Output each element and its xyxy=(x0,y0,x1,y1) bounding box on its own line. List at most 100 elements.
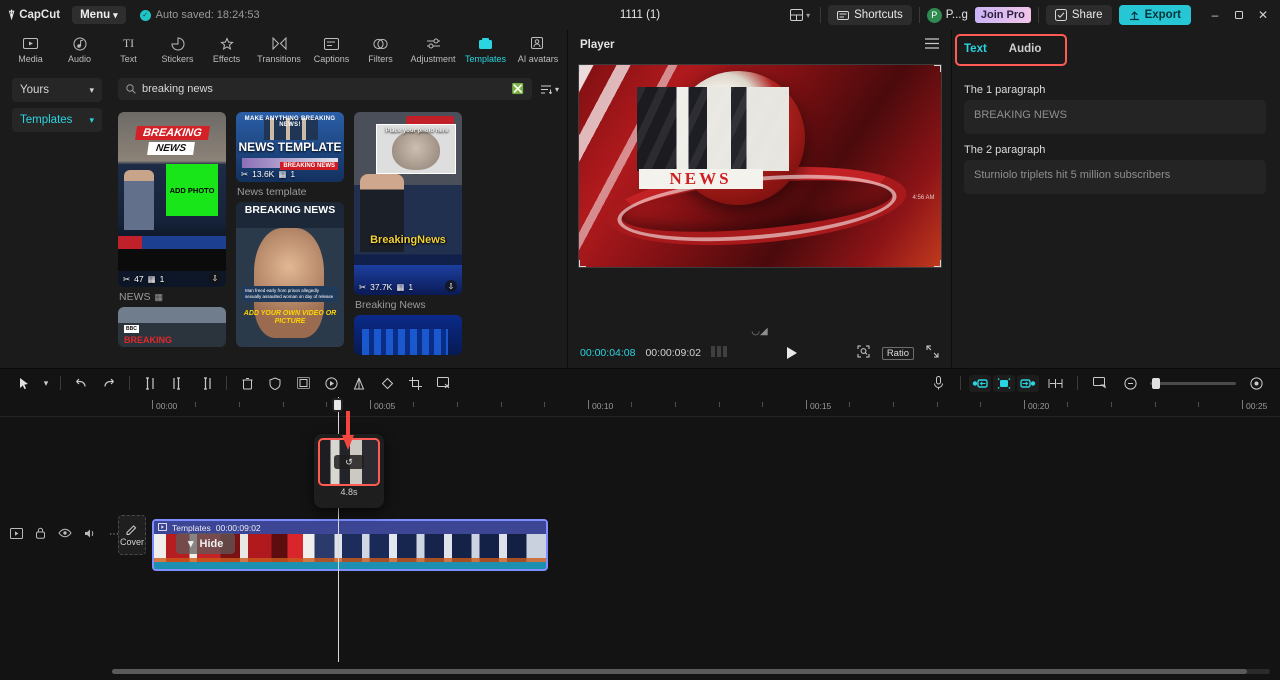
timeline-scrollbar[interactable] xyxy=(112,669,1270,674)
menu-button[interactable]: Menu ▾ xyxy=(72,6,126,24)
fullscreen-icon[interactable] xyxy=(926,345,939,361)
nav-item-text[interactable]: TI Text xyxy=(104,30,153,70)
nav-item-captions[interactable]: Captions xyxy=(307,30,356,70)
tab-audio[interactable]: Audio xyxy=(1009,43,1042,55)
preview-window-button[interactable] xyxy=(1086,371,1114,395)
share-button[interactable]: Share xyxy=(1046,5,1112,25)
player-right-controls: Ratio xyxy=(857,345,939,361)
select-tool-button[interactable] xyxy=(10,371,38,395)
autosave-status: ✓ Auto saved: 18:24:53 xyxy=(140,9,260,21)
sort-filter-button[interactable]: ▾ xyxy=(540,84,559,95)
thumb-overlay-line2: BreakingNews xyxy=(354,234,462,246)
nav-item-ai-avatars[interactable]: AI avatars xyxy=(510,30,566,70)
mute-icon[interactable] xyxy=(84,528,97,542)
mirror-button[interactable] xyxy=(345,371,373,395)
chevron-down-icon: ▾ xyxy=(89,85,94,96)
selection-handle-bl[interactable] xyxy=(578,260,586,268)
zoom-fit-icon[interactable] xyxy=(857,345,870,361)
template-card[interactable]: MAKE ANYTHING BREAKING NEWS! NEWS TEMPLA… xyxy=(236,112,344,182)
chevron-down-icon: ▾ xyxy=(113,10,118,21)
nav-item-audio[interactable]: Audio xyxy=(55,30,104,70)
nav-item-effects[interactable]: Effects xyxy=(202,30,251,70)
redo-button[interactable] xyxy=(95,371,123,395)
download-icon[interactable]: ⇩ xyxy=(445,280,457,292)
close-button[interactable]: ✕ xyxy=(1252,4,1274,26)
split-button[interactable] xyxy=(136,371,164,395)
delete-button[interactable] xyxy=(233,371,261,395)
maximize-button[interactable] xyxy=(1228,4,1250,26)
layout-button[interactable]: ▾ xyxy=(787,7,813,23)
remove-bg-button[interactable] xyxy=(429,371,457,395)
hide-button[interactable]: ▾ Hide xyxy=(176,533,235,554)
replace-clip-icon[interactable]: ↺ xyxy=(334,455,364,469)
timeline-ruler[interactable]: 00:00 00:05 00:10 00:15 00:20 00:25 xyxy=(0,397,1280,417)
selection-handle-tr[interactable] xyxy=(934,64,942,72)
keyframe-in-button[interactable] xyxy=(969,375,991,392)
mask-button[interactable] xyxy=(261,371,289,395)
template-card[interactable]: BBC BREAKING xyxy=(118,307,226,347)
eye-icon[interactable] xyxy=(58,528,72,541)
selection-handle-br[interactable] xyxy=(934,260,942,268)
canvas-inset-photo[interactable] xyxy=(637,87,789,171)
hamburger-icon[interactable] xyxy=(925,38,939,52)
trim-left-button[interactable] xyxy=(164,371,192,395)
project-title: 1111 (1) xyxy=(620,9,660,21)
speed-button[interactable] xyxy=(317,371,345,395)
sidebar-item-yours[interactable]: Yours ▾ xyxy=(12,78,102,102)
playhead-handle[interactable] xyxy=(332,398,343,412)
template-card[interactable]: BREAKING NEWS ADD PHOTO ✂ 47 ▦ 1 xyxy=(118,112,226,287)
tab-text[interactable]: Text xyxy=(964,43,987,55)
ratio-button[interactable]: Ratio xyxy=(882,347,914,360)
timeline-scrollbar-thumb[interactable] xyxy=(112,669,1247,674)
cover-button[interactable]: Cover xyxy=(118,515,146,555)
nav-item-transitions[interactable]: Transitions xyxy=(251,30,307,70)
freeze-button[interactable] xyxy=(289,371,317,395)
shortcuts-button[interactable]: Shortcuts xyxy=(828,5,912,25)
timeline-body[interactable]: 00:00 00:05 00:10 00:15 00:20 00:25 ⋯ xyxy=(0,397,1280,680)
player-resize-grip[interactable]: ◡◢ xyxy=(568,324,951,338)
zoom-slider-knob[interactable] xyxy=(1152,378,1160,389)
record-voiceover-button[interactable] xyxy=(924,371,952,395)
split-cut-button[interactable] xyxy=(1041,371,1069,395)
keyframe-center-button[interactable] xyxy=(993,375,1015,392)
video-canvas[interactable]: NEWS 4:56 AM xyxy=(578,64,942,268)
minimize-button[interactable]: – xyxy=(1204,4,1226,26)
paragraph-2-input[interactable]: Sturniolo triplets hit 5 million subscri… xyxy=(964,160,1266,194)
zoom-out-button[interactable] xyxy=(1116,371,1144,395)
nav-item-templates[interactable]: Templates xyxy=(461,30,510,70)
scissors-icon: ✂ xyxy=(123,274,130,285)
lock-icon[interactable] xyxy=(35,527,46,542)
clear-icon[interactable]: ❎ xyxy=(512,84,524,95)
paragraph-1-input[interactable]: BREAKING NEWS xyxy=(964,100,1266,134)
undo-button[interactable] xyxy=(67,371,95,395)
select-tool-dropdown[interactable]: ▾ xyxy=(38,371,54,395)
nav-item-filters[interactable]: Filters xyxy=(356,30,405,70)
effects-icon xyxy=(220,36,234,51)
export-button[interactable]: Export xyxy=(1119,5,1191,25)
frames-icon[interactable] xyxy=(711,346,727,360)
crop-button[interactable] xyxy=(401,371,429,395)
player-stage: NEWS 4:56 AM xyxy=(568,60,951,324)
sidebar-item-templates[interactable]: Templates ▾ xyxy=(12,108,102,132)
keyframe-out-button[interactable] xyxy=(1017,375,1039,392)
template-card[interactable]: Place your photo here BreakingNews ✂ 37.… xyxy=(354,112,462,295)
nav-item-media[interactable]: Media xyxy=(6,30,55,70)
template-card[interactable] xyxy=(354,315,462,355)
zoom-in-button[interactable] xyxy=(1242,371,1270,395)
download-icon[interactable]: ⇩ xyxy=(209,272,221,284)
search-input[interactable]: breaking news ❎ xyxy=(118,78,532,100)
track-type-icon[interactable] xyxy=(10,528,23,542)
join-pro-button[interactable]: Join Pro xyxy=(975,7,1031,23)
play-button[interactable] xyxy=(737,347,847,359)
rotate-button[interactable] xyxy=(373,371,401,395)
clip-name: Templates xyxy=(172,523,211,533)
shortcuts-label: Shortcuts xyxy=(854,9,903,21)
user-account[interactable]: P P...g Join Pro xyxy=(927,7,1031,23)
canvas-news-text: NEWS xyxy=(639,169,763,189)
selection-handle-tl[interactable] xyxy=(578,64,586,72)
template-card[interactable]: BREAKING NEWS Man freed early from priso… xyxy=(236,202,344,347)
nav-item-stickers[interactable]: Stickers xyxy=(153,30,202,70)
zoom-slider[interactable] xyxy=(1150,382,1236,385)
nav-item-adjustment[interactable]: Adjustment xyxy=(405,30,461,70)
trim-right-button[interactable] xyxy=(192,371,220,395)
